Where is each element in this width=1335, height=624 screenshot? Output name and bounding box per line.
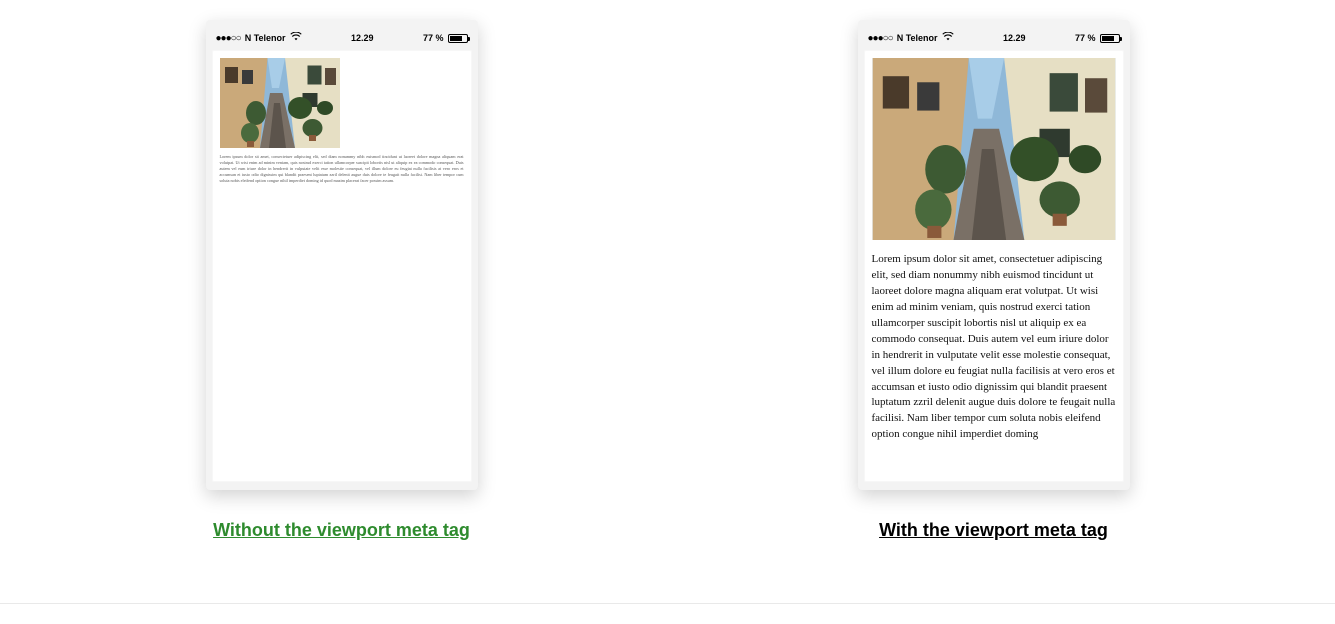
divider <box>0 603 1335 604</box>
clock-label: 12.29 <box>351 33 374 43</box>
phone-screen: Lorem ipsum dolor sit amet, consectetuer… <box>212 50 472 482</box>
body-text: Lorem ipsum dolor sit amet, consectetuer… <box>220 154 464 183</box>
phone-frame-right: ●●●○○ N Telenor 12.29 77 % Lorem ipsum d… <box>858 20 1130 490</box>
status-bar: ●●●○○ N Telenor 12.29 77 % <box>212 26 472 50</box>
wifi-icon <box>942 32 954 44</box>
caption-link-with[interactable]: With the viewport meta tag <box>879 520 1108 541</box>
carrier-label: N Telenor <box>897 33 938 43</box>
content-image <box>872 58 1116 240</box>
status-right: 77 % <box>423 33 468 43</box>
example-without-viewport: ●●●○○ N Telenor 12.29 77 % Lorem ipsum d… <box>206 20 478 541</box>
caption-link-without[interactable]: Without the viewport meta tag <box>213 520 470 541</box>
carrier-label: N Telenor <box>245 33 286 43</box>
battery-icon <box>1100 34 1120 43</box>
content-image <box>220 58 340 148</box>
body-text: Lorem ipsum dolor sit amet, consectetuer… <box>872 252 1116 443</box>
battery-icon <box>448 34 468 43</box>
signal-dots-icon: ●●●○○ <box>216 33 241 44</box>
example-with-viewport: ●●●○○ N Telenor 12.29 77 % Lorem ipsum d… <box>858 20 1130 541</box>
signal-dots-icon: ●●●○○ <box>868 33 893 44</box>
battery-percent-label: 77 % <box>1075 33 1096 43</box>
phone-screen: Lorem ipsum dolor sit amet, consectetuer… <box>864 50 1124 482</box>
status-bar: ●●●○○ N Telenor 12.29 77 % <box>864 26 1124 50</box>
phone-frame-left: ●●●○○ N Telenor 12.29 77 % Lorem ipsum d… <box>206 20 478 490</box>
status-right: 77 % <box>1075 33 1120 43</box>
comparison-container: ●●●○○ N Telenor 12.29 77 % Lorem ipsum d… <box>0 0 1335 624</box>
status-left: ●●●○○ N Telenor <box>216 32 302 44</box>
wifi-icon <box>290 32 302 44</box>
status-left: ●●●○○ N Telenor <box>868 32 954 44</box>
battery-percent-label: 77 % <box>423 33 444 43</box>
clock-label: 12.29 <box>1003 33 1026 43</box>
